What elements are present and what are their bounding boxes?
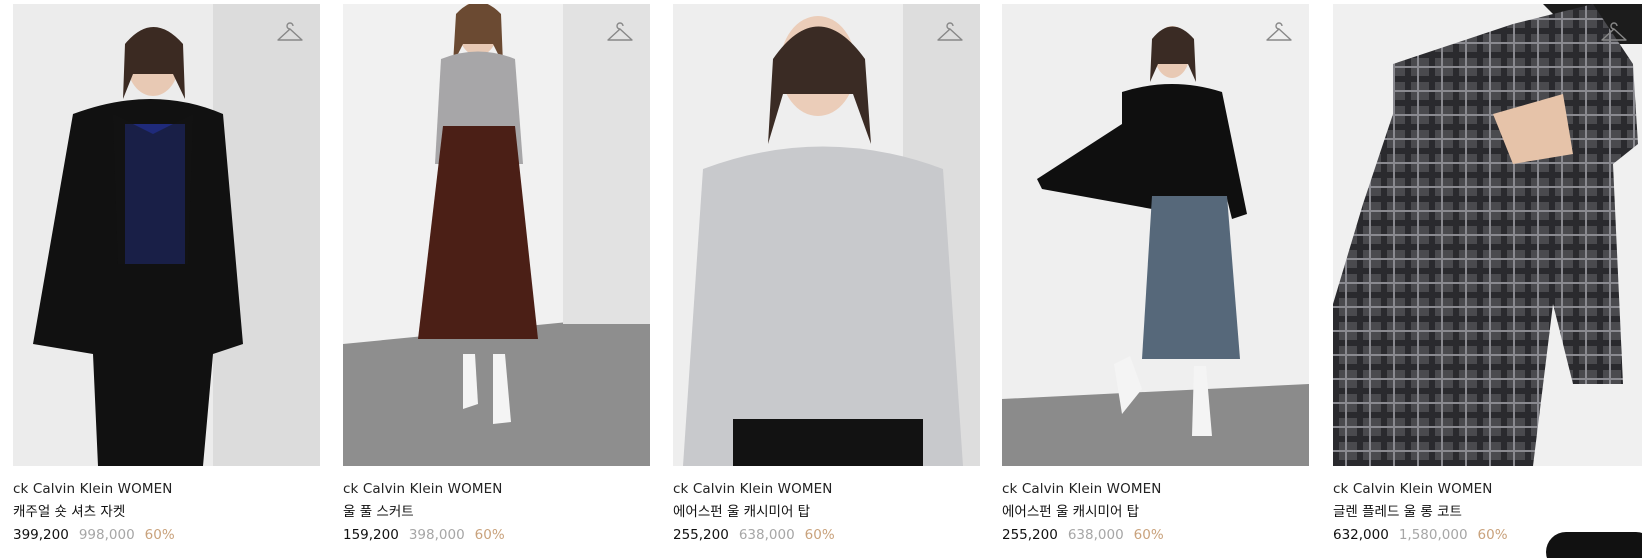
sale-price: 399,200 — [13, 527, 69, 543]
product-card[interactable]: ck Calvin Klein WOMEN 글렌 플레드 울 롱 코트 632,… — [1333, 4, 1642, 547]
original-price: 1,580,000 — [1398, 527, 1468, 543]
product-brand[interactable]: ck Calvin Klein WOMEN — [1002, 478, 1309, 501]
discount-rate: 60% — [1133, 527, 1164, 543]
discount-rate: 60% — [1477, 527, 1508, 543]
original-price: 998,000 — [78, 527, 135, 543]
product-info: ck Calvin Klein WOMEN 캐주얼 숏 셔츠 자켓 399,20… — [13, 466, 320, 547]
product-card[interactable]: ck Calvin Klein WOMEN 울 풀 스커트 159,200 39… — [343, 4, 650, 547]
sale-price: 255,200 — [1002, 527, 1058, 543]
product-name[interactable]: 에어스펀 울 캐시미어 탑 — [1002, 501, 1309, 524]
product-name[interactable]: 에어스펀 울 캐시미어 탑 — [673, 501, 980, 524]
product-image[interactable] — [673, 4, 980, 466]
floating-action-button[interactable] — [1546, 532, 1642, 558]
product-image[interactable] — [343, 4, 650, 466]
sale-price: 632,000 — [1333, 527, 1389, 543]
original-price: 638,000 — [738, 527, 795, 543]
price-row: 255,200 638,000 60% — [1002, 524, 1309, 547]
product-name[interactable]: 울 풀 스커트 — [343, 501, 650, 524]
discount-rate: 60% — [144, 527, 175, 543]
discount-rate: 60% — [474, 527, 505, 543]
product-info: ck Calvin Klein WOMEN 에어스펀 울 캐시미어 탑 255,… — [673, 466, 980, 547]
price-row: 255,200 638,000 60% — [673, 524, 980, 547]
product-info: ck Calvin Klein WOMEN 울 풀 스커트 159,200 39… — [343, 466, 650, 547]
product-image[interactable] — [1333, 4, 1642, 466]
hanger-icon[interactable] — [606, 22, 634, 46]
product-card[interactable]: ck Calvin Klein WOMEN 에어스펀 울 캐시미어 탑 255,… — [1002, 4, 1309, 547]
product-image[interactable] — [1002, 4, 1309, 466]
hanger-icon[interactable] — [276, 22, 304, 46]
original-price: 398,000 — [408, 527, 465, 543]
product-brand[interactable]: ck Calvin Klein WOMEN — [1333, 478, 1642, 501]
product-brand[interactable]: ck Calvin Klein WOMEN — [673, 478, 980, 501]
product-grid: ck Calvin Klein WOMEN 캐주얼 숏 셔츠 자켓 399,20… — [0, 0, 1642, 558]
product-name[interactable]: 글렌 플레드 울 롱 코트 — [1333, 501, 1642, 524]
hanger-icon[interactable] — [936, 22, 964, 46]
product-image[interactable] — [13, 4, 320, 466]
sale-price: 159,200 — [343, 527, 399, 543]
product-name[interactable]: 캐주얼 숏 셔츠 자켓 — [13, 501, 320, 524]
product-brand[interactable]: ck Calvin Klein WOMEN — [343, 478, 650, 501]
product-info: ck Calvin Klein WOMEN 에어스펀 울 캐시미어 탑 255,… — [1002, 466, 1309, 547]
price-row: 399,200 998,000 60% — [13, 524, 320, 547]
price-row: 159,200 398,000 60% — [343, 524, 650, 547]
discount-rate: 60% — [804, 527, 835, 543]
hanger-icon[interactable] — [1600, 22, 1628, 46]
product-card[interactable]: ck Calvin Klein WOMEN 에어스펀 울 캐시미어 탑 255,… — [673, 4, 980, 547]
product-card[interactable]: ck Calvin Klein WOMEN 캐주얼 숏 셔츠 자켓 399,20… — [13, 4, 320, 547]
original-price: 638,000 — [1067, 527, 1124, 543]
sale-price: 255,200 — [673, 527, 729, 543]
product-brand[interactable]: ck Calvin Klein WOMEN — [13, 478, 320, 501]
hanger-icon[interactable] — [1265, 22, 1293, 46]
